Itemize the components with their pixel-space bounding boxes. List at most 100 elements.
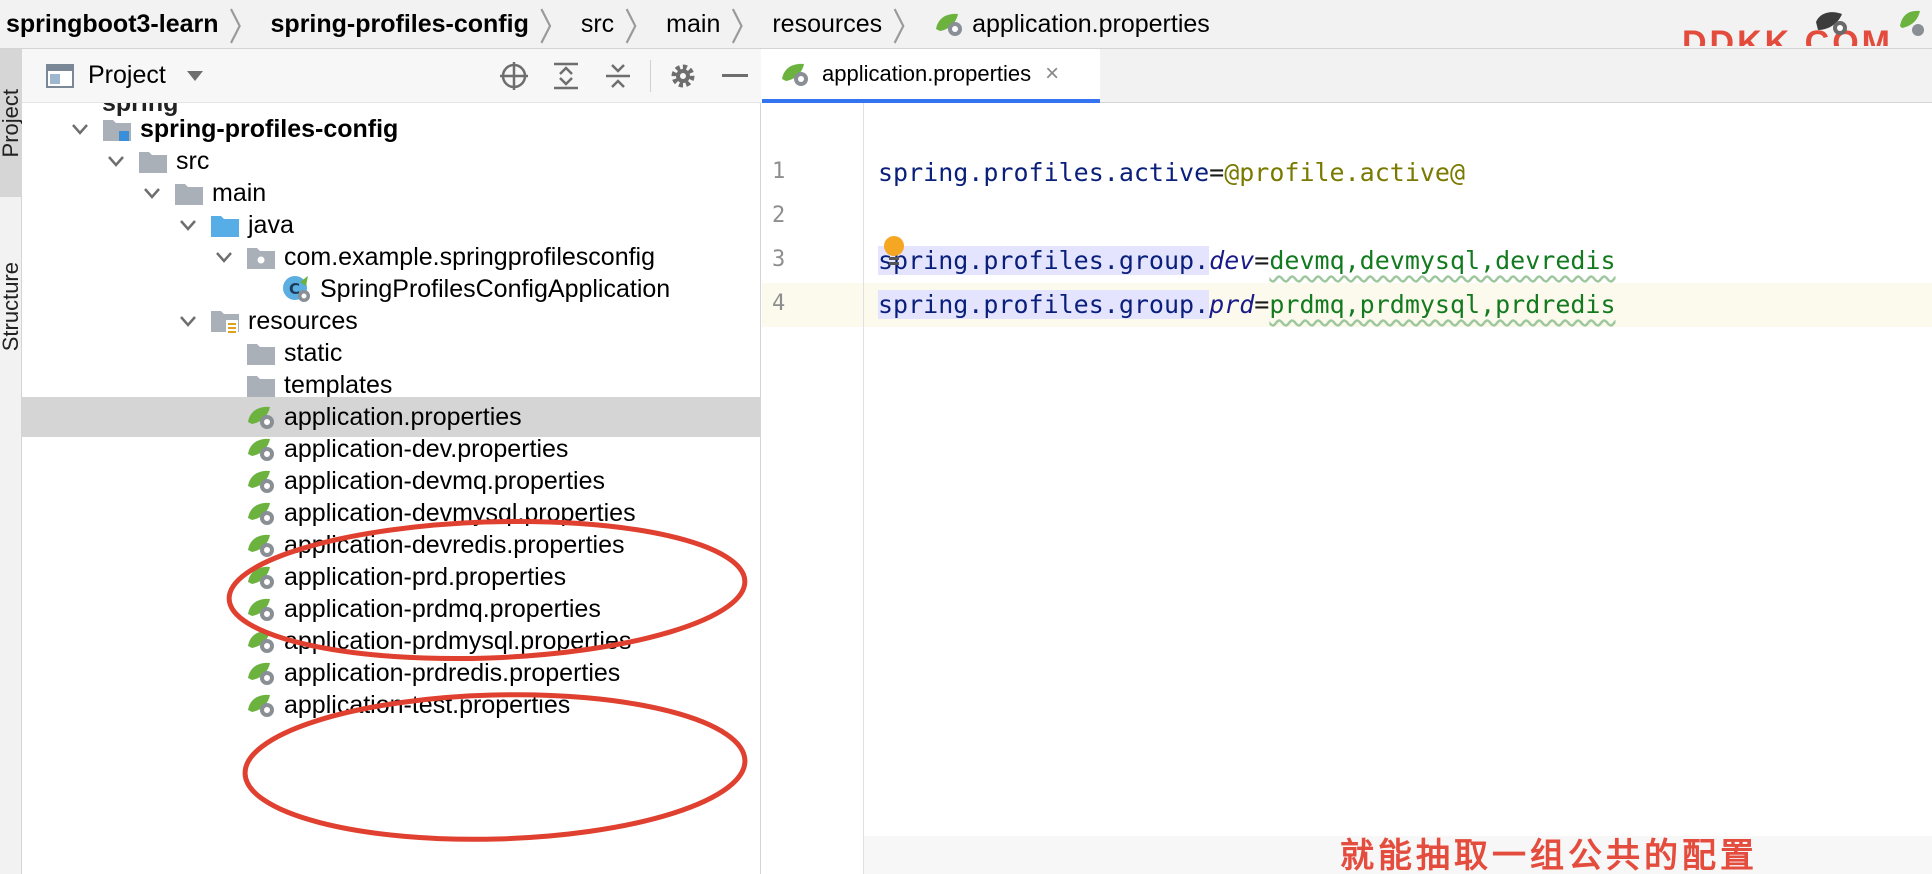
package-icon xyxy=(246,243,276,271)
property-value: @profile.active@ xyxy=(1224,158,1466,187)
close-icon[interactable]: × xyxy=(1045,60,1059,88)
tool-tab-structure[interactable]: Structure xyxy=(0,207,23,407)
tree-label: resources xyxy=(248,306,358,335)
tree-label: application-prdmq.properties xyxy=(284,594,601,623)
spring-boot-class-icon: C xyxy=(282,275,312,303)
tree-label: application-devmysql.properties xyxy=(284,498,636,527)
tree-label: application-prd.properties xyxy=(284,562,567,591)
property-value: prdmq,prdmysql,prdredis xyxy=(1269,290,1616,319)
line-number: 1 xyxy=(772,159,786,184)
watermark-bottom: 就能抽取一组公共的配置 xyxy=(1340,837,1758,874)
breadcrumb-item-resources[interactable]: resources xyxy=(772,10,882,39)
breadcrumb-separator: 〉 xyxy=(624,7,655,49)
breadcrumb-separator: 〉 xyxy=(730,7,761,49)
spring-config-file-icon xyxy=(246,499,276,527)
property-key: spring.profiles.group. xyxy=(878,290,1210,319)
folder-icon xyxy=(246,339,276,367)
line-number: 3 xyxy=(772,247,786,272)
project-panel-title: Project xyxy=(88,61,166,89)
project-panel-header: Project xyxy=(22,49,761,103)
toolbar-divider xyxy=(650,60,651,92)
spring-config-file-icon xyxy=(246,595,276,623)
locate-file-button[interactable] xyxy=(488,49,540,103)
tree-label: static xyxy=(284,338,343,367)
editor-tab-application-properties[interactable]: application.properties × xyxy=(762,49,1100,103)
settings-button[interactable] xyxy=(657,49,709,103)
breadcrumb-item-src[interactable]: src xyxy=(581,10,614,39)
intention-bulb-icon[interactable] xyxy=(882,235,906,269)
spring-config-file-icon xyxy=(246,659,276,687)
hide-panel-button[interactable] xyxy=(709,49,761,103)
project-view-selector[interactable]: Project xyxy=(46,61,204,90)
tree-label: spring-profiles-config xyxy=(140,114,399,143)
collapse-all-button[interactable] xyxy=(592,49,644,103)
property-key: spring.profiles.active xyxy=(878,158,1210,187)
breadcrumb-item-module[interactable]: spring-profiles-config xyxy=(271,10,529,39)
tree-label: application-prdmysql.properties xyxy=(284,626,632,655)
spring-config-file-icon xyxy=(246,435,276,463)
project-tree: spring spring-profiles-config src main j… xyxy=(22,103,761,874)
project-panel-toolbar xyxy=(488,49,761,103)
folder-icon xyxy=(138,147,168,175)
editor-area: application.properties × 1 2 3 4 spring.… xyxy=(762,49,1932,874)
tree-label: com.example.springprofilesconfig xyxy=(284,242,656,271)
collapse-all-icon xyxy=(606,64,630,88)
top-right-area: DDKK.COM xyxy=(1572,0,1932,49)
line-number: 4 xyxy=(772,291,786,316)
breadcrumb-item-project[interactable]: springboot3-learn xyxy=(6,10,219,39)
expand-all-button[interactable] xyxy=(540,49,592,103)
tree-label: main xyxy=(212,178,267,207)
resources-folder-icon xyxy=(210,307,240,335)
chevron-down-icon[interactable] xyxy=(176,309,200,333)
tool-tab-project[interactable]: Project xyxy=(0,49,23,197)
spring-config-file-icon xyxy=(936,13,963,36)
breadcrumb-separator: 〉 xyxy=(538,7,569,49)
line-number-gutter: 1 2 3 4 xyxy=(762,103,864,874)
spring-config-file-icon xyxy=(782,63,808,86)
spring-config-file-icon xyxy=(246,691,276,719)
module-folder-icon xyxy=(102,115,132,143)
folder-icon xyxy=(246,371,276,399)
spring-config-file-icon xyxy=(246,531,276,559)
spring-config-file-icon xyxy=(246,467,276,495)
spring-run-icon[interactable] xyxy=(1896,8,1926,40)
inspection-widget-icon[interactable] xyxy=(1812,8,1852,40)
property-subkey: prd xyxy=(1209,290,1255,319)
editor-tab-bar: application.properties × xyxy=(762,49,1932,103)
editor-tab-label: application.properties xyxy=(822,61,1032,86)
breadcrumb-item-file[interactable]: application.properties xyxy=(934,10,1210,39)
code-line-4: spring.profiles.group.prd=prdmq,prdmysql… xyxy=(878,283,1616,327)
watermark-top: DDKK.COM xyxy=(1682,24,1893,46)
chevron-down-icon[interactable] xyxy=(68,117,92,141)
spring-config-file-icon xyxy=(246,627,276,655)
spring-config-file-icon xyxy=(246,403,276,431)
breadcrumb-item-main[interactable]: main xyxy=(666,10,720,39)
tree-label: src xyxy=(176,146,210,175)
equals-sign: = xyxy=(1254,290,1270,319)
tree-file-test[interactable]: application-test.properties xyxy=(22,685,644,725)
tree-label: application-prdredis.properties xyxy=(284,658,621,687)
code-editor[interactable]: spring.profiles.active=@profile.active@ … xyxy=(864,103,1932,874)
tree-label: application-test.properties xyxy=(284,690,571,719)
tree-label: application-devredis.properties xyxy=(284,530,625,559)
chevron-down-icon[interactable] xyxy=(176,213,200,237)
line-number: 2 xyxy=(772,203,786,228)
crosshair-icon xyxy=(500,62,528,90)
expand-all-icon xyxy=(554,62,578,90)
breadcrumb-separator: 〉 xyxy=(892,7,923,49)
equals-sign: = xyxy=(1254,246,1270,275)
property-subkey: dev xyxy=(1209,246,1255,275)
chevron-down-icon[interactable] xyxy=(212,245,236,269)
chevron-down-icon[interactable] xyxy=(104,149,128,173)
project-panel: Project spring spring-profiles-config sr… xyxy=(22,49,761,874)
chevron-down-icon xyxy=(186,70,203,81)
project-window-icon xyxy=(46,63,74,88)
tree-label: application-dev.properties xyxy=(284,434,569,463)
tree-label: templates xyxy=(284,370,393,399)
tool-window-strip: Project Structure xyxy=(0,49,23,874)
tree-label: java xyxy=(248,210,294,239)
gear-icon xyxy=(671,64,695,88)
spring-config-file-icon xyxy=(246,563,276,591)
chevron-down-icon[interactable] xyxy=(140,181,164,205)
equals-sign: = xyxy=(1209,158,1225,187)
